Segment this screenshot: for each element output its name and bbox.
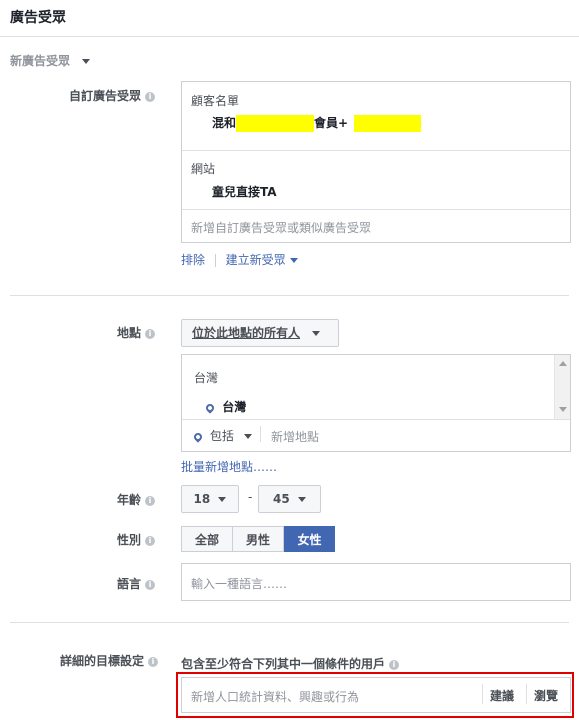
age-max-dropdown[interactable]: 45 <box>258 485 321 513</box>
chevron-down-icon <box>297 497 306 502</box>
gender-label-row: 性別 i <box>5 531 155 548</box>
location-label-row: 地點 i <box>5 324 155 341</box>
custom-audience-input[interactable]: 新增自訂廣告受眾或類似廣告受眾 <box>191 219 371 236</box>
audience-item-website[interactable]: 童兒直接TA <box>212 183 277 200</box>
scroll-down-icon[interactable] <box>559 407 567 412</box>
age-min-dropdown[interactable]: 18 <box>181 485 239 513</box>
create-new-audience-link[interactable]: 建立新受眾 <box>226 253 298 267</box>
scrollbar[interactable] <box>554 355 570 419</box>
detailed-targeting-input[interactable]: 新增人口統計資料、興趣或行為 <box>191 688 359 705</box>
audience-item-middle: 會員+ <box>314 116 349 130</box>
info-icon[interactable]: i <box>145 579 155 590</box>
info-icon[interactable]: i <box>145 495 155 506</box>
custom-audience-label-row: 自訂廣告受眾 i <box>5 87 155 104</box>
location-pin-icon <box>204 401 216 414</box>
group-title-customer-list: 顧客名單 <box>191 94 240 108</box>
gender-segmented-control: 全部 男性 女性 <box>181 526 335 552</box>
location-label: 地點 <box>116 326 141 340</box>
gender-option-female[interactable]: 女性 <box>284 526 335 552</box>
info-icon[interactable]: i <box>145 535 155 546</box>
age-max-value: 45 <box>273 492 290 506</box>
custom-audience-box: 顧客名單 混和 會員+ 網站 童兒直接TA 新增自訂廣告受眾或類似廣告受眾 <box>181 81 571 243</box>
separator <box>260 426 261 442</box>
bulk-add-locations-link[interactable]: 批量新增地點…… <box>181 458 277 475</box>
age-label-row: 年齡 i <box>5 491 155 508</box>
include-dropdown[interactable]: 包括 <box>192 427 252 444</box>
detailed-targeting-description-row: 包含至少符合下列其中一個條件的用戶 i <box>181 655 400 672</box>
separator <box>214 254 216 267</box>
info-icon[interactable]: i <box>145 328 155 339</box>
section-title: 廣告受眾 <box>10 10 66 26</box>
scroll-up-icon[interactable] <box>559 361 567 366</box>
custom-audience-label: 自訂廣告受眾 <box>68 89 141 103</box>
location-type-value: 位於此地點的所有人 <box>192 326 301 340</box>
group-title-website: 網站 <box>191 162 216 176</box>
location-item-label: 台灣 <box>222 400 247 414</box>
chevron-down-icon <box>218 497 227 502</box>
redacted-highlight <box>236 115 315 132</box>
info-icon[interactable]: i <box>389 659 400 670</box>
separator <box>482 684 483 704</box>
age-range-dash: - <box>248 490 253 504</box>
divider <box>182 150 570 151</box>
separator <box>526 684 527 704</box>
detailed-targeting-label-row: 詳細的目標設定 i <box>60 652 159 669</box>
divider <box>182 419 570 420</box>
suggestions-link[interactable]: 建議 <box>490 687 514 704</box>
location-type-dropdown[interactable]: 位於此地點的所有人 <box>181 319 339 347</box>
exclude-link[interactable]: 排除 <box>181 253 205 267</box>
language-input[interactable]: 輸入一種語言…… <box>191 575 287 592</box>
chevron-down-icon <box>312 331 321 336</box>
language-input-box[interactable]: 輸入一種語言…… <box>181 563 571 601</box>
browse-link[interactable]: 瀏覽 <box>534 687 558 704</box>
info-icon[interactable]: i <box>148 656 159 667</box>
chevron-down-icon <box>82 59 91 64</box>
chevron-down-icon <box>243 434 252 439</box>
language-label-row: 語言 i <box>5 575 155 592</box>
divider <box>182 209 570 210</box>
new-audience-dropdown[interactable]: 新廣告受眾 <box>10 52 91 69</box>
info-icon[interactable]: i <box>145 91 155 102</box>
chevron-down-icon <box>289 258 298 263</box>
include-label: 包括 <box>209 429 234 443</box>
detailed-targeting-input-box[interactable]: 新增人口統計資料、興趣或行為 建議 瀏覽 <box>181 677 571 713</box>
new-audience-label: 新廣告受眾 <box>10 54 71 68</box>
gender-label: 性別 <box>116 533 141 547</box>
location-pin-icon <box>192 430 204 443</box>
detailed-targeting-label: 詳細的目標設定 <box>60 654 145 668</box>
gender-option-male[interactable]: 男性 <box>233 526 284 552</box>
divider <box>10 622 569 623</box>
custom-audience-actions: 排除 建立新受眾 <box>181 251 298 268</box>
location-item[interactable]: 台灣 <box>204 398 247 415</box>
audience-item-prefix: 混和 <box>212 116 237 130</box>
create-new-audience-label: 建立新受眾 <box>225 253 286 267</box>
age-min-value: 18 <box>193 492 211 506</box>
audience-item-customer-list[interactable]: 混和 會員+ <box>212 114 422 132</box>
add-location-input[interactable]: 新增地點 <box>271 428 319 445</box>
divider <box>10 295 569 296</box>
language-label: 語言 <box>116 577 141 591</box>
redacted-highlight <box>354 115 422 132</box>
age-label: 年齡 <box>116 493 141 507</box>
divider <box>0 36 579 37</box>
detailed-targeting-description: 包含至少符合下列其中一個條件的用戶 <box>181 657 386 671</box>
location-box: 台灣 台灣 包括 新增地點 <box>181 354 571 452</box>
gender-option-all[interactable]: 全部 <box>181 526 233 552</box>
location-group-title: 台灣 <box>194 371 219 385</box>
